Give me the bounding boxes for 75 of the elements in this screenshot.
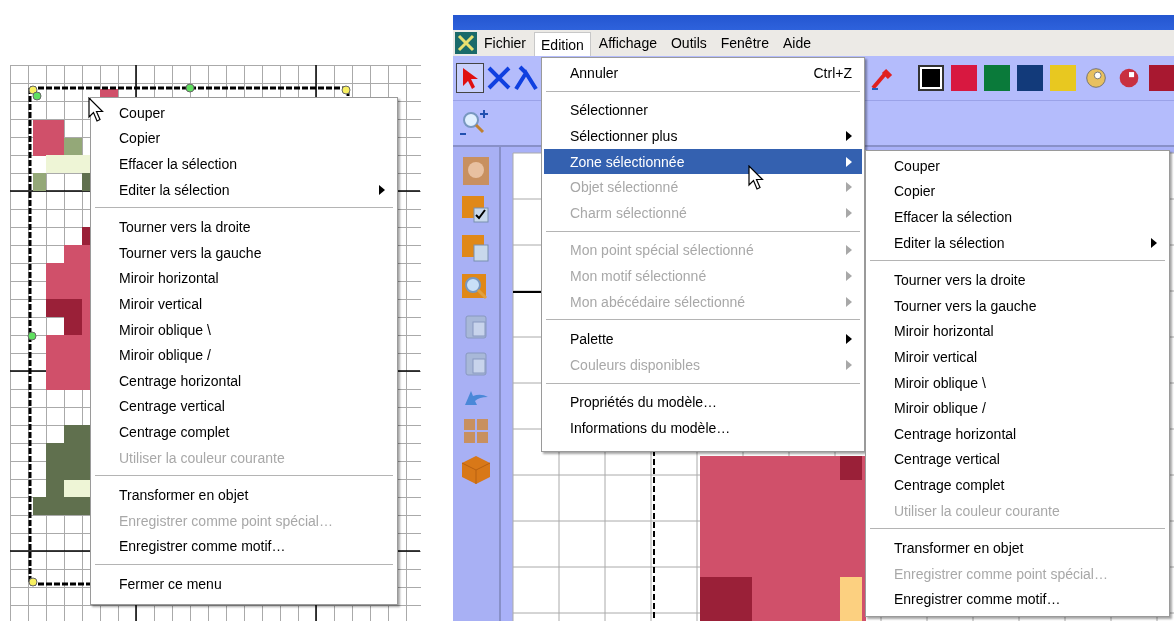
menu-item[interactable]: Transformer en objet [868, 535, 1167, 561]
menu-item[interactable]: Transformer en objet [93, 482, 395, 508]
menu-bar-item[interactable]: Edition [534, 31, 591, 59]
menu-item[interactable]: Miroir horizontal [93, 265, 395, 292]
menu-item[interactable]: Enregistrer comme motif… [868, 586, 1167, 613]
submenu-arrow-icon [379, 184, 385, 195]
image-copy-icon[interactable] [462, 235, 490, 263]
menu-item[interactable]: Miroir oblique \ [868, 369, 1167, 396]
menu-item[interactable]: Centrage horizontal [868, 420, 1167, 447]
submenu-arrow-icon [846, 270, 852, 281]
menu-item[interactable]: Editer la sélection [93, 176, 395, 203]
menu-item[interactable]: Centrage complet [93, 419, 395, 445]
menu-item[interactable]: Sélectionner [544, 97, 862, 124]
submenu-arrow-icon [846, 359, 852, 370]
menu-item[interactable]: Palette [544, 326, 862, 352]
menu-item[interactable]: Centrage vertical [93, 393, 395, 420]
color-swatch[interactable] [1149, 65, 1174, 91]
menu-item[interactable]: Centrage horizontal [93, 367, 395, 394]
menu-item[interactable]: Informations du modèle… [544, 415, 862, 441]
portrait-thumbnail-icon[interactable] [463, 157, 489, 185]
menu-item[interactable]: Editer la sélection [868, 229, 1167, 256]
submenu-arrow-icon [846, 296, 852, 307]
color-swatch[interactable] [1017, 65, 1043, 91]
menu-item[interactable]: Propriétés du modèle… [544, 389, 862, 416]
color-swatch[interactable] [918, 65, 944, 91]
menu-item[interactable]: Tourner vers la droite [93, 214, 395, 240]
zoom-icon[interactable] [459, 108, 489, 138]
menu-item[interactable]: Fermer ce menu [93, 571, 395, 597]
menu-item[interactable]: Miroir vertical [868, 344, 1167, 370]
menu-item[interactable]: Miroir oblique \ [93, 316, 395, 343]
color-swatch[interactable] [951, 65, 977, 91]
menu-item[interactable]: Copier [868, 178, 1167, 205]
menu-item[interactable]: Miroir horizontal [868, 318, 1167, 345]
selection-handle[interactable] [28, 577, 38, 587]
menu-item[interactable]: Centrage complet [868, 472, 1167, 498]
cross-stitch-tool-icon[interactable] [486, 65, 512, 91]
menu-item[interactable]: Miroir oblique / [868, 395, 1167, 421]
selection-handle[interactable] [27, 331, 37, 341]
image-check-icon[interactable] [462, 196, 490, 224]
color-swatch[interactable] [1050, 65, 1076, 91]
mouse-cursor-icon [748, 165, 764, 191]
color-swatch[interactable] [984, 65, 1010, 91]
zoom-image-icon[interactable] [462, 274, 490, 302]
menu-item[interactable]: Centrage vertical [868, 446, 1167, 473]
app-logo-icon [455, 32, 477, 54]
menu-item[interactable]: Copier [93, 125, 395, 152]
submenu-arrow-icon [846, 207, 852, 218]
menu-item[interactable]: Sélectionner plus [544, 123, 862, 149]
menu-item[interactable]: Couper [868, 153, 1167, 179]
menu-item[interactable]: Tourner vers la droite [868, 267, 1167, 293]
menu-item[interactable]: Tourner vers la gauche [93, 239, 395, 266]
stitch-cell [100, 89, 118, 97]
menu-item[interactable]: Enregistrer comme motif… [93, 533, 395, 560]
menu-item[interactable]: Miroir vertical [93, 291, 395, 317]
selection-handle[interactable] [185, 83, 195, 93]
menu-item[interactable]: Miroir oblique / [93, 342, 395, 368]
submenu-arrow-icon [1151, 237, 1157, 248]
submenu-arrow-icon [846, 156, 852, 167]
pointer-tool-icon[interactable] [456, 63, 484, 93]
half-stitch-tool-icon[interactable] [514, 65, 538, 91]
submenu-arrow-icon [846, 182, 852, 193]
menu-item[interactable]: Effacer la sélection [868, 204, 1167, 230]
menu-bar-item[interactable]: Outils [664, 31, 713, 55]
menu-item[interactable]: Effacer la sélection [93, 151, 395, 177]
menu-item[interactable]: Tourner vers la gauche [868, 292, 1167, 319]
selection-handle[interactable] [341, 85, 351, 95]
menu-bar-item[interactable]: Fichier [478, 31, 532, 55]
submenu-arrow-icon [846, 334, 852, 345]
menu-bar-item[interactable]: Fenêtre [714, 31, 775, 55]
submenu-arrow-icon [846, 245, 852, 256]
menu-item[interactable]: Zone sélectionnée [544, 148, 862, 175]
submenu-arrow-icon [846, 131, 852, 141]
menu-bar-item[interactable]: Affichage [592, 31, 663, 55]
color-swatch[interactable] [1083, 65, 1109, 91]
menu-bar-item[interactable]: Aide [777, 31, 818, 55]
